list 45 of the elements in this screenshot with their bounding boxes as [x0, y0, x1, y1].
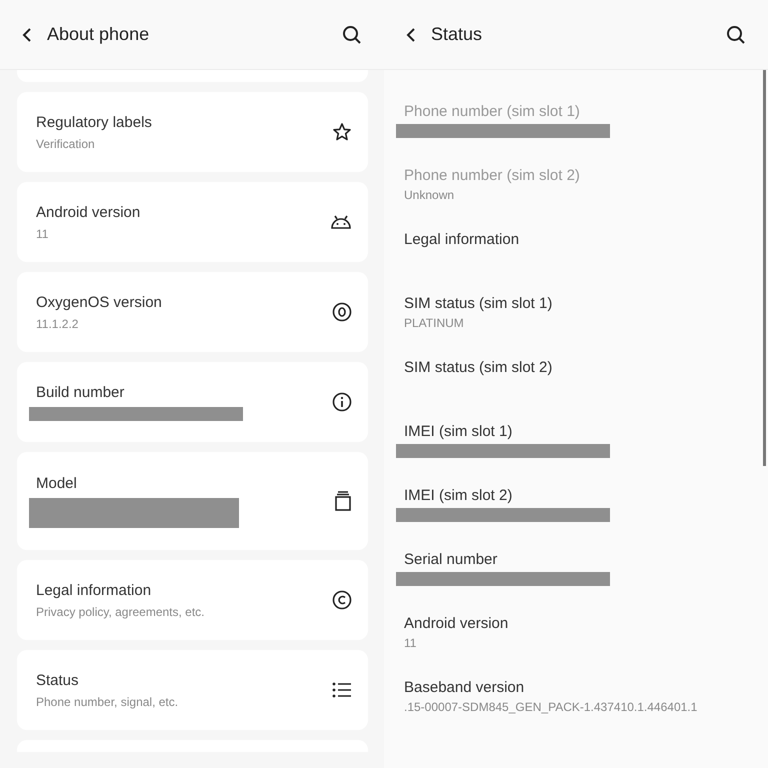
status-item-title[interactable]: Serial number [404, 551, 768, 568]
settings-card[interactable]: Android version 11 [17, 182, 368, 262]
card-title: Android version [36, 204, 142, 220]
info-icon [332, 392, 352, 412]
search-icon[interactable] [342, 24, 362, 44]
card-title: Build number [36, 384, 126, 400]
screen-title: About phone [47, 24, 150, 45]
status-item-title[interactable]: Baseband version [404, 679, 768, 696]
card-subtitle: Verification [36, 136, 96, 150]
card-title: Model [36, 474, 78, 492]
settings-card[interactable]: Model [17, 452, 368, 550]
card-title: Status [36, 672, 80, 688]
status-item-title[interactable]: IMEI (sim slot 1) [404, 423, 768, 440]
card-subtitle: 11.1.2.2 [36, 316, 80, 330]
settings-card[interactable]: Regulatory labels Verification [17, 92, 368, 172]
card-title: Regulatory labels [36, 114, 153, 130]
status-item-title[interactable]: SIM status (sim slot 2) [404, 359, 768, 376]
screen-title: Status [431, 24, 484, 45]
list-icon [332, 681, 352, 699]
status-item-title[interactable]: SIM status (sim slot 1) [404, 295, 768, 312]
jar-icon [334, 490, 352, 512]
back-icon[interactable] [22, 26, 32, 42]
android-icon [330, 214, 352, 230]
settings-card[interactable]: OxygenOS version 11.1.2.2 [17, 272, 368, 352]
settings-card[interactable]: Legal information Privacy policy, agreements, etc. [17, 560, 368, 640]
card-subtitle: Privacy policy, agreements, etc. [36, 604, 206, 618]
target-icon [332, 302, 352, 322]
settings-card[interactable]: Status Phone number, signal, etc. [17, 650, 368, 730]
status-item-value: 11 [404, 636, 418, 650]
status-item-value: Unknown [404, 188, 456, 202]
search-icon[interactable] [726, 24, 746, 44]
card-subtitle: Phone number, signal, etc. [36, 694, 180, 708]
scrollbar[interactable] [763, 70, 766, 466]
card-title: OxygenOS version [36, 294, 163, 310]
copyright-icon [332, 590, 352, 610]
status-item-title[interactable]: Legal information [404, 231, 768, 248]
star-icon [332, 122, 352, 142]
card-title: Legal information [36, 582, 152, 598]
status-item-title[interactable]: Android version [404, 615, 768, 632]
status-item-value: .15-00007-SDM845_GEN_PACK-1.437410.1.446401.1 [404, 700, 698, 714]
status-item-title[interactable]: IMEI (sim slot 2) [404, 487, 768, 504]
back-icon[interactable] [406, 26, 416, 42]
settings-card[interactable]: Build number [17, 362, 368, 442]
status-item-value: PLATINUM [404, 316, 465, 330]
card-subtitle: 11 [36, 226, 50, 240]
